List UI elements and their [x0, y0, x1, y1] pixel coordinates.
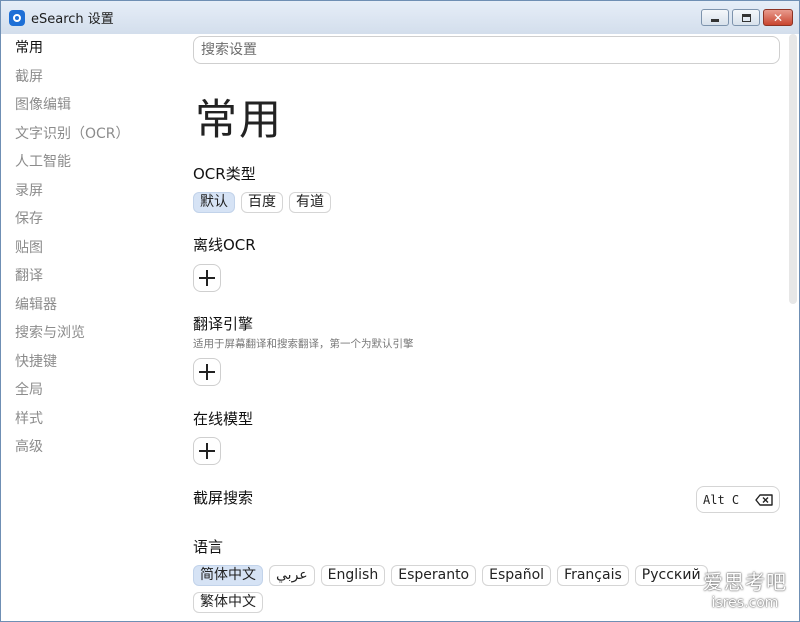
sidebar-item-ai[interactable]: 人工智能 [1, 148, 181, 177]
sidebar-item-image-edit[interactable]: 图像编辑 [1, 91, 181, 120]
settings-search-input[interactable] [193, 36, 780, 64]
plus-icon [199, 270, 215, 286]
maximize-button[interactable] [732, 9, 760, 26]
watermark-en: isres.com [711, 595, 779, 611]
add-translate-engine-button[interactable] [193, 358, 221, 386]
language-option-ru[interactable]: Русский [634, 565, 708, 586]
language-option-zh-hant[interactable]: 繁体中文 [193, 592, 263, 613]
sidebar-item-search-browse[interactable]: 搜索与浏览 [1, 319, 181, 348]
translate-engine-title: 翻译引擎 [193, 315, 254, 333]
minimize-button[interactable] [701, 9, 729, 26]
plus-icon [199, 443, 215, 459]
settings-window: eSearch 设置 ✕ 常用 截屏 图像编辑 文字识别（OCR） 人工智能 录… [0, 0, 800, 622]
content-scrollbar[interactable] [789, 34, 797, 304]
ocr-type-option-default[interactable]: 默认 [193, 192, 235, 213]
translate-engine-hint: 适用于屏幕翻译和搜索翻译，第一个为默认引擎 [193, 338, 414, 350]
sidebar-item-pin[interactable]: 贴图 [1, 234, 181, 263]
maximize-icon [741, 13, 751, 22]
ocr-type-option-youdao[interactable]: 有道 [289, 192, 331, 213]
add-offline-ocr-button[interactable] [193, 264, 221, 292]
ocr-type-options: 默认 百度 有道 [193, 192, 713, 213]
settings-sidebar: 常用 截屏 图像编辑 文字识别（OCR） 人工智能 录屏 保存 贴图 翻译 编辑… [1, 34, 181, 462]
sidebar-item-shortcuts[interactable]: 快捷键 [1, 348, 181, 377]
page-title: 常用 [195, 95, 284, 144]
sidebar-item-screenshot[interactable]: 截屏 [1, 63, 181, 92]
window-title: eSearch 设置 [31, 12, 114, 27]
close-button[interactable]: ✕ [763, 9, 793, 26]
screenshot-search-hotkey[interactable]: Alt C [696, 486, 780, 513]
close-icon: ✕ [772, 10, 784, 25]
ocr-type-option-baidu[interactable]: 百度 [241, 192, 283, 213]
language-option-ar[interactable]: عربي [269, 565, 315, 586]
add-online-model-button[interactable] [193, 437, 221, 465]
hotkey-value: Alt C [703, 492, 740, 507]
sidebar-item-advanced[interactable]: 高级 [1, 433, 181, 462]
window-controls: ✕ [701, 9, 793, 26]
minimize-icon [711, 19, 719, 22]
clear-hotkey-icon[interactable] [755, 493, 773, 506]
language-option-en[interactable]: English [320, 565, 386, 586]
watermark-cn: 爱思考吧 [703, 570, 787, 594]
sidebar-item-global[interactable]: 全局 [1, 376, 181, 405]
offline-ocr-title: 离线OCR [193, 236, 256, 254]
language-option-es[interactable]: Español [482, 565, 552, 586]
title-bar: eSearch 设置 ✕ [1, 1, 799, 34]
sidebar-item-general[interactable]: 常用 [1, 34, 181, 63]
ocr-type-title: OCR类型 [193, 165, 256, 183]
settings-content: 常用 OCR类型 默认 百度 有道 离线OCR 翻译引擎 适用于屏幕翻译和搜索翻… [193, 34, 783, 622]
esearch-app-icon [9, 9, 25, 26]
language-option-fr[interactable]: Français [557, 565, 629, 586]
sidebar-item-ocr[interactable]: 文字识别（OCR） [1, 120, 181, 149]
language-option-eo[interactable]: Esperanto [391, 565, 477, 586]
screenshot-search-title: 截屏搜索 [193, 489, 254, 507]
plus-icon [199, 364, 215, 380]
sidebar-item-screen-record[interactable]: 录屏 [1, 177, 181, 206]
watermark: 爱思考吧 isres.com [703, 566, 787, 611]
language-option-zh-hans[interactable]: 简体中文 [193, 565, 263, 586]
sidebar-item-translate[interactable]: 翻译 [1, 262, 181, 291]
sidebar-item-editor[interactable]: 编辑器 [1, 291, 181, 320]
language-options: 简体中文 عربي English Esperanto Español Fran… [193, 565, 713, 613]
language-title: 语言 [193, 538, 224, 556]
sidebar-item-save[interactable]: 保存 [1, 205, 181, 234]
sidebar-item-style[interactable]: 样式 [1, 405, 181, 434]
online-model-title: 在线模型 [193, 410, 254, 428]
